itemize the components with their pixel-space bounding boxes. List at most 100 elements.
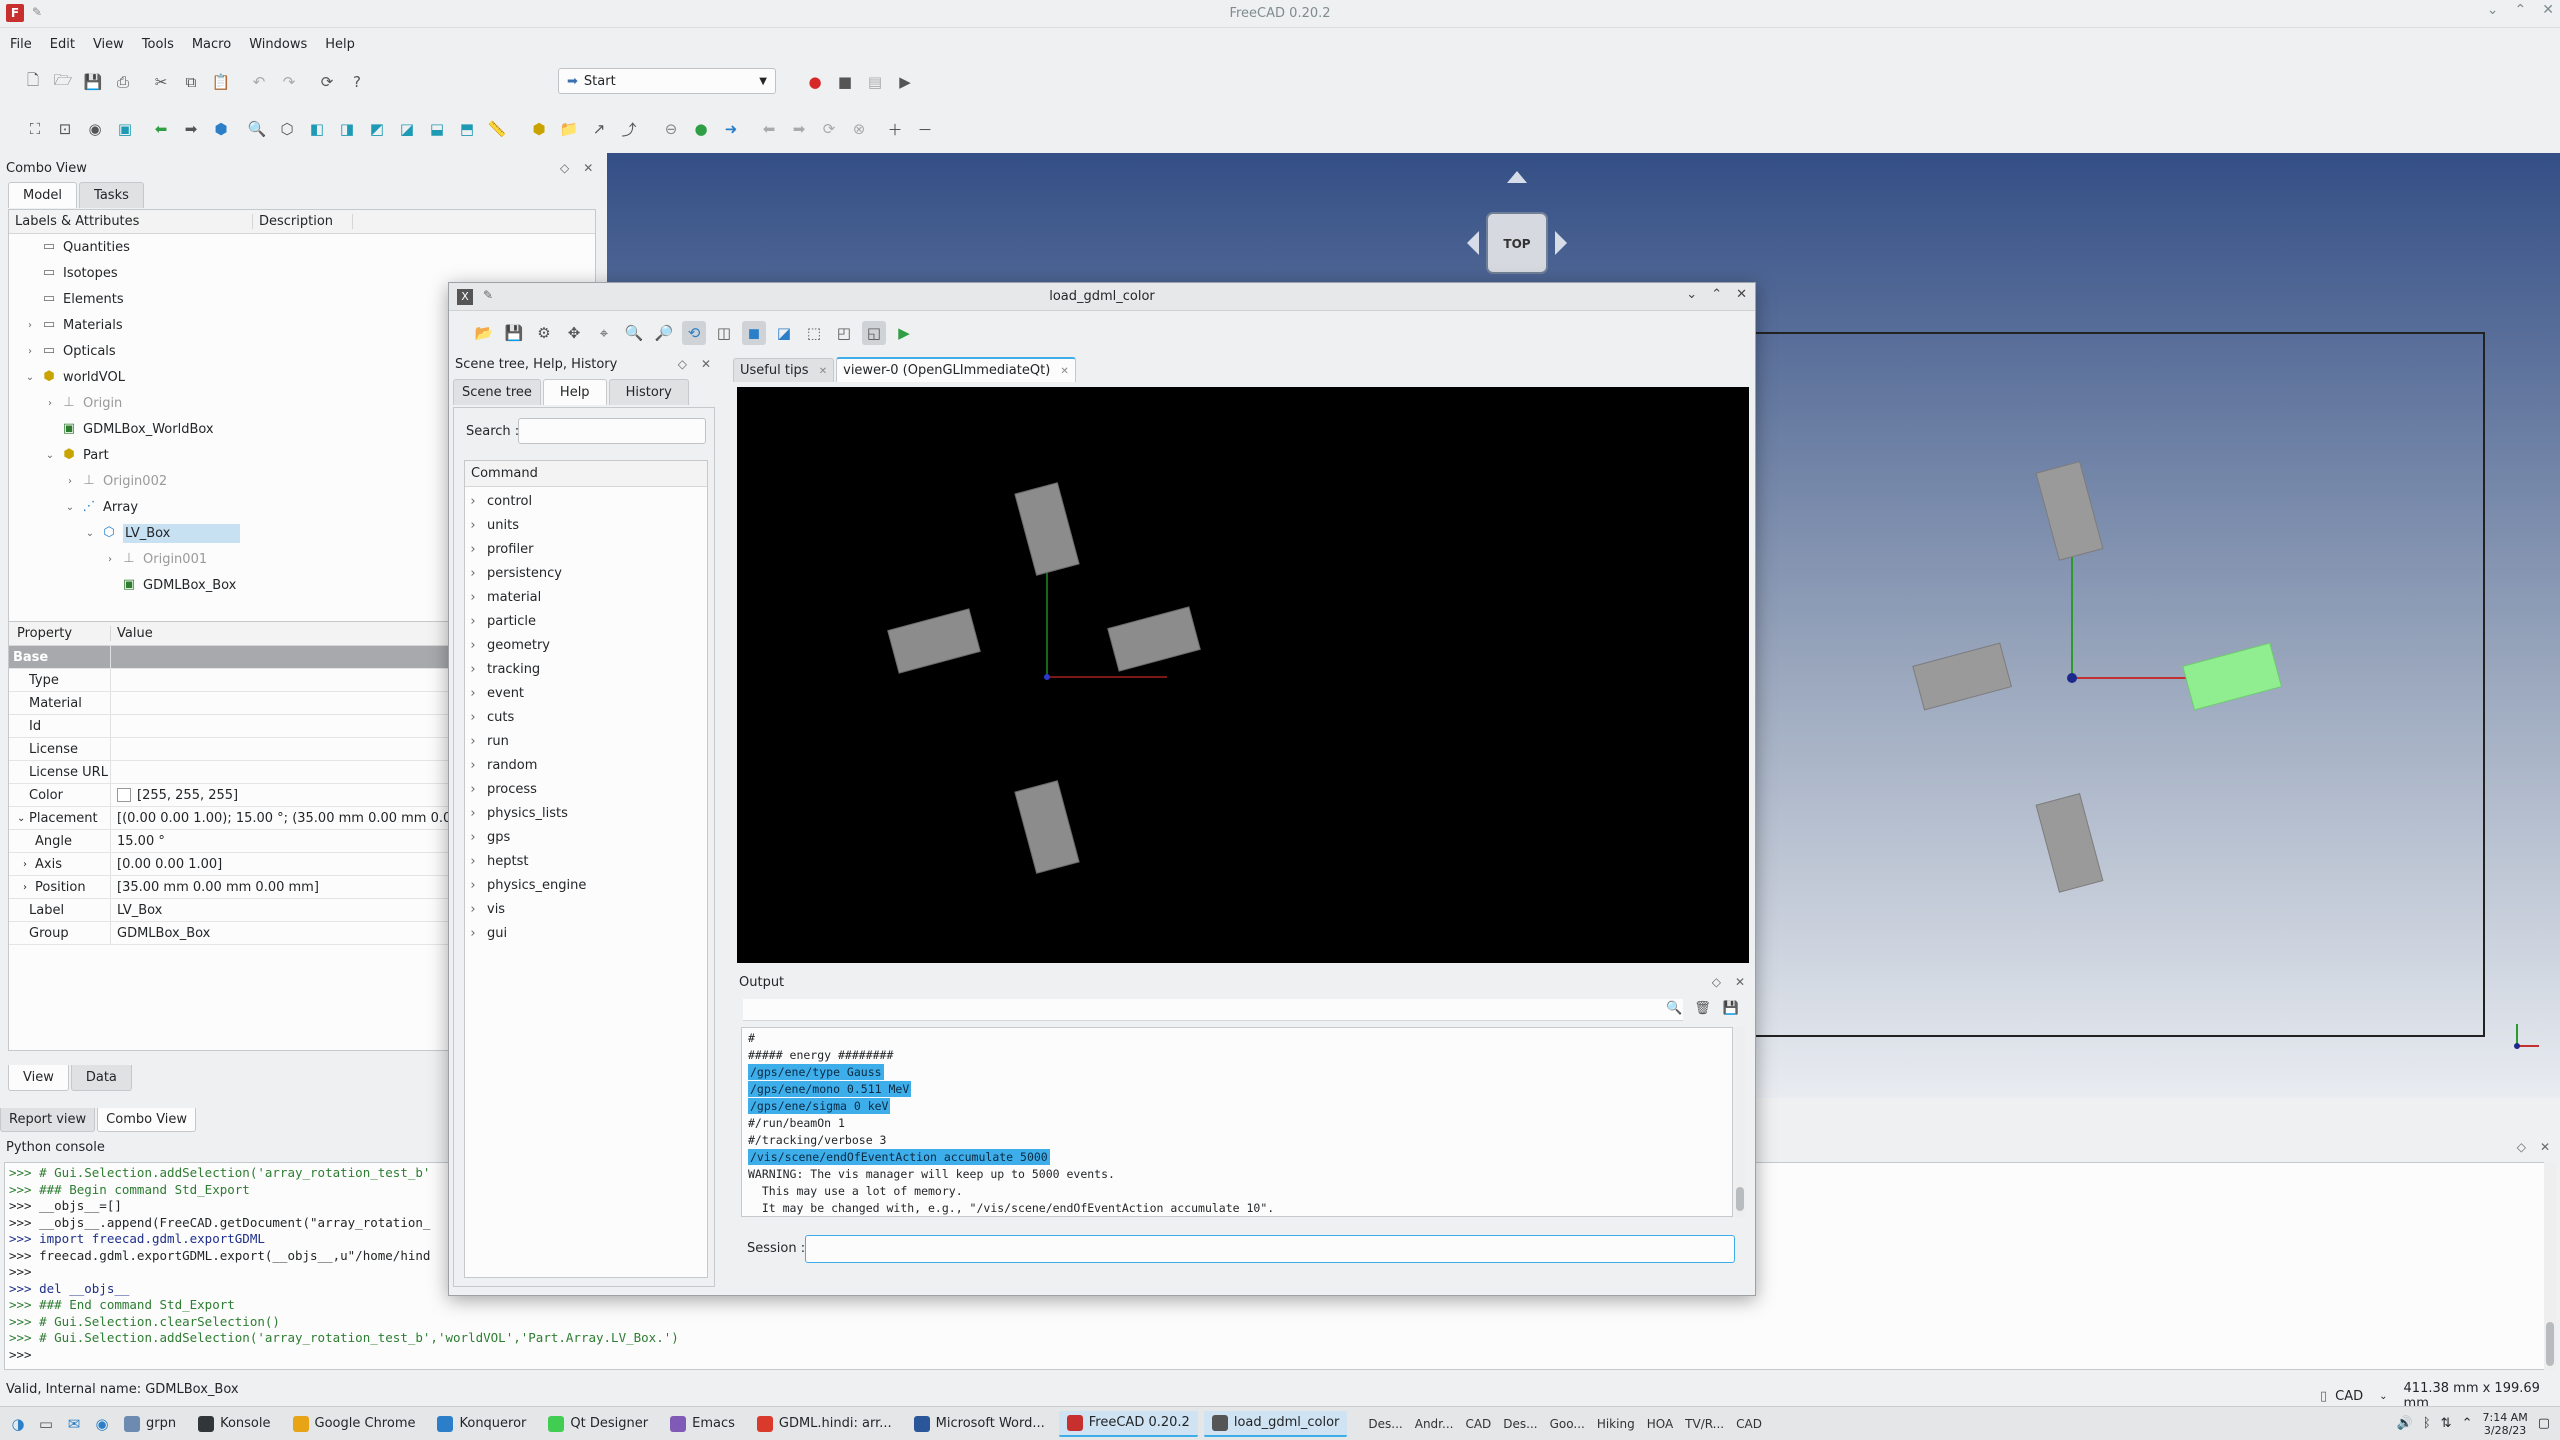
volume-icon[interactable]: 🔊 [2397,1416,2413,1431]
virtual-desktop-item[interactable]: CAD [1733,1415,1765,1433]
command-item-material[interactable]: › material [465,585,707,609]
view-rear-icon[interactable]: ◪ [395,117,419,141]
chevron-icon[interactable]: › [465,902,481,917]
viewer-box-top[interactable] [1014,482,1080,576]
tab-view[interactable]: View [8,1065,69,1091]
taskbar-item-google-chrome[interactable]: Google Chrome [285,1411,424,1437]
nav-arrow-up-icon[interactable] [1507,171,1527,183]
go-icon[interactable]: ➜ [719,117,743,141]
virtual-desktop-item[interactable]: Goo... [1547,1415,1588,1433]
column-labels[interactable]: Labels & Attributes [9,214,253,229]
back-icon[interactable]: ⬅ [149,117,173,141]
command-item-vis[interactable]: › vis [465,897,707,921]
property-value[interactable]: [255, 255, 255] [137,788,238,803]
view-front-icon[interactable]: ◧ [305,117,329,141]
chevron-icon[interactable]: › [465,830,481,845]
taskbar-item-microsoft-word[interactable]: Microsoft Word... [906,1411,1053,1437]
dialog-maximize-icon[interactable]: ⌃ [1711,287,1722,302]
menu-item-edit[interactable]: Edit [50,37,75,52]
chevron-icon[interactable]: › [465,494,481,509]
property-value[interactable]: 15.00 ° [117,834,165,849]
macros-icon[interactable]: ▤ [863,70,887,94]
command-item-heptst[interactable]: › heptst [465,849,707,873]
new-document-icon[interactable]: 🗋 [21,70,45,94]
launcher-icon[interactable]: ✉ [62,1412,86,1436]
chevron-icon[interactable]: › [465,686,481,701]
property-value[interactable]: [(0.00 0.00 1.00); 15.00 °; (35.00 mm 0.… [117,811,489,826]
virtual-desktop-item[interactable]: Hiking [1594,1415,1638,1433]
command-item-particle[interactable]: › particle [465,609,707,633]
virtual-desktop-item[interactable]: Des... [1500,1415,1540,1433]
float-console-icon[interactable]: ◇ [2517,1140,2526,1154]
chevron-icon[interactable]: ⌄ [23,372,37,383]
isometric-icon[interactable]: ⬡ [275,117,299,141]
color-swatch[interactable] [117,788,131,802]
view-left-icon[interactable]: ⬒ [455,117,479,141]
view-bottom-icon[interactable]: ⬓ [425,117,449,141]
chevron-icon[interactable]: › [465,542,481,557]
fit-all-icon[interactable]: ⛶ [23,117,47,141]
chevron-icon[interactable]: › [103,554,117,565]
chevron-icon[interactable]: › [465,662,481,677]
chevron-icon[interactable]: › [63,476,77,487]
draw-style-icon[interactable]: ◉ [83,117,107,141]
hidden-line-icon[interactable]: ◪ [772,321,796,345]
help-search-input[interactable] [518,418,706,444]
output-clear-icon[interactable]: 🗑 [1694,1001,1711,1016]
nav-forward-icon[interactable]: ➡ [787,117,811,141]
link-icon[interactable]: ↗ [587,117,611,141]
pick-icon[interactable]: ⌖ [592,321,616,345]
chevron-icon[interactable]: › [23,320,37,331]
help-close-icon[interactable]: ✕ [701,357,711,371]
tab-help[interactable]: Help [542,379,607,405]
chevron-icon[interactable]: › [465,758,481,773]
command-item-physics-engine[interactable]: › physics_engine [465,873,707,897]
command-item-persistency[interactable]: › persistency [465,561,707,585]
link-actions-icon[interactable]: ⤴ [617,117,641,141]
create-part-icon[interactable]: ⬢ [527,117,551,141]
tab-data[interactable]: Data [70,1065,132,1091]
chevron-icon[interactable]: › [23,346,37,357]
menu-item-tools[interactable]: Tools [142,37,174,52]
tab-scene-tree[interactable]: Scene tree [453,379,541,405]
open-file-icon[interactable]: 📂 [472,321,496,345]
stop-macro-icon[interactable]: ■ [833,70,857,94]
column-description[interactable]: Description [253,214,353,229]
dialog-minimize-icon[interactable]: ⌄ [1686,287,1697,302]
property-value[interactable]: [35.00 mm 0.00 mm 0.00 mm] [117,880,319,895]
output-log[interactable]: # ##### energy ######## /gps/ene/type Gaus… [741,1027,1733,1217]
clock-date[interactable]: 3/28/23 [2482,1424,2527,1437]
output-filter-input[interactable] [743,999,1683,1021]
chevron-icon[interactable]: › [43,398,57,409]
stop-icon[interactable]: ⊗ [847,117,871,141]
wireframe-icon[interactable]: ⬚ [802,321,826,345]
taskbar-item-grpn[interactable]: grpn [116,1411,184,1437]
box-left[interactable] [1912,642,2013,711]
bounding-box-icon[interactable]: ▣ [113,117,137,141]
command-item-physics-lists[interactable]: › physics_lists [465,801,707,825]
help-float-icon[interactable]: ◇ [678,357,687,371]
chevron-icon[interactable]: › [23,859,35,870]
zoom-in-viewer-icon[interactable]: 🔍 [622,321,646,345]
taskbar-item-gdml-hindi-arr[interactable]: GDML.hindi: arr... [749,1411,900,1437]
box-bottom[interactable] [2035,792,2104,893]
tab-viewer[interactable]: viewer-0 (OpenGLImmediateQt) ✕ [836,357,1076,382]
nav-arrow-left-icon[interactable] [1467,231,1479,255]
chevron-icon[interactable]: › [465,638,481,653]
chevron-icon[interactable]: › [465,926,481,941]
session-input[interactable] [805,1235,1735,1263]
chevron-icon[interactable]: ⌄ [43,450,57,461]
box-selected[interactable] [2182,642,2283,711]
output-search-icon[interactable]: 🔍 [1666,1001,1682,1016]
output-float-icon[interactable]: ◇ [1712,975,1721,989]
zoom-out-viewer-icon[interactable]: 🔎 [652,321,676,345]
chevron-icon[interactable]: ⌄ [63,502,77,513]
zoom-out-icon[interactable]: － [913,117,937,141]
create-group-icon[interactable]: 📁 [557,117,581,141]
virtual-desktop-item[interactable]: CAD [1462,1415,1494,1433]
taskbar-item-emacs[interactable]: Emacs [662,1411,743,1437]
geant4-viewer[interactable] [737,387,1749,963]
chevron-icon[interactable]: › [465,614,481,629]
show-desktop-icon[interactable]: ▭ [34,1412,58,1436]
chevron-icon[interactable]: › [465,782,481,797]
